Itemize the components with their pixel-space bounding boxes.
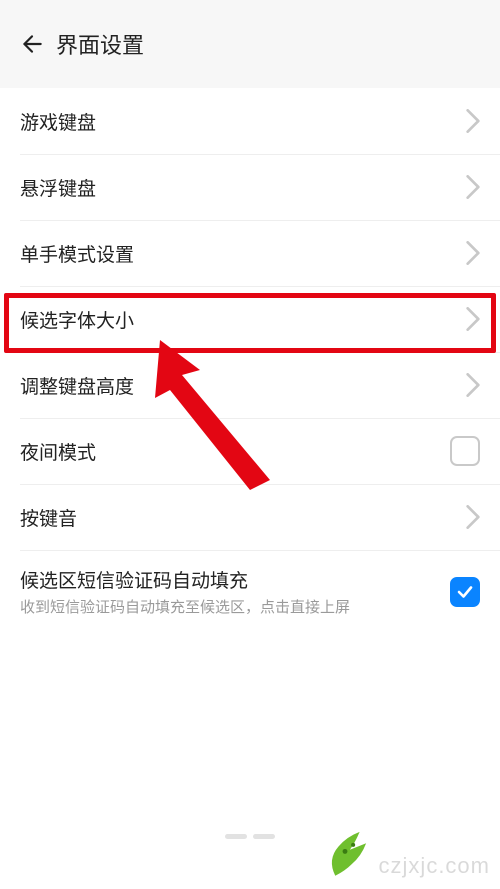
row-game-keyboard[interactable]: 游戏键盘 xyxy=(0,88,500,154)
night-mode-checkbox[interactable] xyxy=(450,436,480,466)
row-sms-autofill[interactable]: 候选区短信验证码自动填充 收到短信验证码自动填充至候选区，点击直接上屏 xyxy=(0,550,500,634)
row-label: 悬浮键盘 xyxy=(20,174,96,201)
page-title: 界面设置 xyxy=(56,28,144,60)
row-floating-keyboard[interactable]: 悬浮键盘 xyxy=(0,154,500,220)
sms-autofill-checkbox[interactable] xyxy=(450,577,480,607)
header: 界面设置 xyxy=(0,0,500,88)
home-indicator xyxy=(223,831,277,841)
row-label: 单手模式设置 xyxy=(20,240,134,267)
settings-list: 游戏键盘 悬浮键盘 单手模式设置 候选字体大小 调整键盘高度 夜间模式 按键音 … xyxy=(0,88,500,634)
chevron-right-icon xyxy=(466,241,480,265)
chevron-right-icon xyxy=(466,505,480,529)
row-label: 夜间模式 xyxy=(20,438,96,465)
watermark-text: czjxjc.com xyxy=(379,853,490,879)
check-icon xyxy=(456,583,474,601)
row-one-handed-mode[interactable]: 单手模式设置 xyxy=(0,220,500,286)
row-label: 候选区短信验证码自动填充 xyxy=(20,566,350,593)
chevron-right-icon xyxy=(466,175,480,199)
back-button[interactable] xyxy=(12,24,52,64)
watermark-logo-icon xyxy=(319,827,371,879)
row-keyboard-height[interactable]: 调整键盘高度 xyxy=(0,352,500,418)
row-label: 按键音 xyxy=(20,504,77,531)
row-candidate-font-size[interactable]: 候选字体大小 xyxy=(0,286,500,352)
watermark: czjxjc.com xyxy=(319,827,490,879)
row-key-sound[interactable]: 按键音 xyxy=(0,484,500,550)
chevron-right-icon xyxy=(466,109,480,133)
chevron-right-icon xyxy=(466,307,480,331)
chevron-right-icon xyxy=(466,373,480,397)
row-night-mode[interactable]: 夜间模式 xyxy=(0,418,500,484)
row-sublabel: 收到短信验证码自动填充至候选区，点击直接上屏 xyxy=(20,597,350,618)
row-label: 游戏键盘 xyxy=(20,108,96,135)
back-arrow-icon xyxy=(19,31,45,57)
row-label: 候选字体大小 xyxy=(20,306,134,333)
row-label: 调整键盘高度 xyxy=(20,372,134,399)
